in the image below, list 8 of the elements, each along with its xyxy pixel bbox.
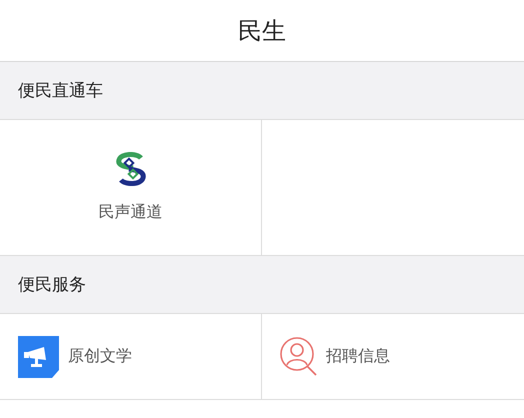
megaphone-icon [18, 336, 60, 378]
page-title: 民生 [238, 16, 286, 46]
person-search-icon [280, 336, 318, 376]
service-tile[interactable]: 原创文学 [0, 314, 262, 399]
section-title: 便民直通车 [18, 80, 103, 102]
service-tile[interactable]: 招聘信息 [262, 314, 524, 399]
section-title: 便民服务 [18, 274, 86, 296]
service-tile[interactable]: 民声通道 [0, 120, 262, 255]
